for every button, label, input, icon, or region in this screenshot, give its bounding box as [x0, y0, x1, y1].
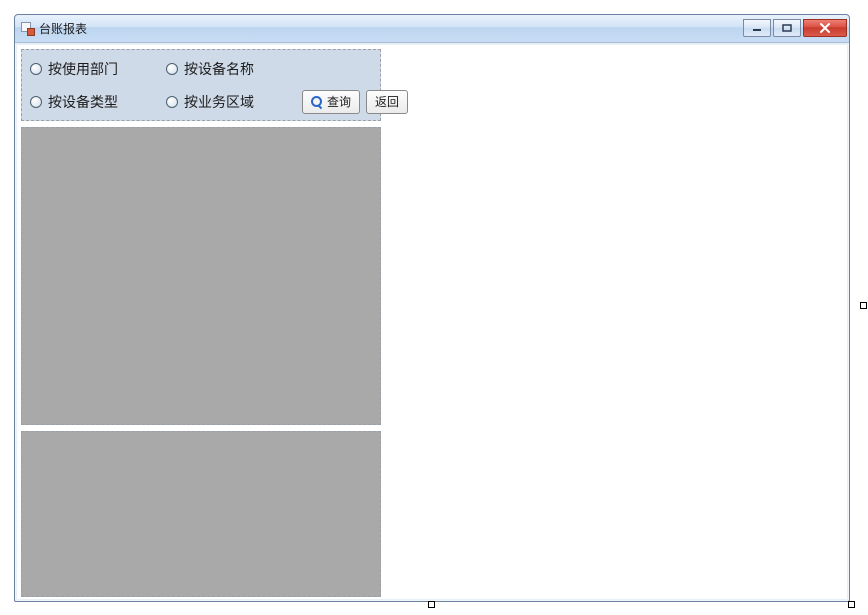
close-icon — [819, 23, 831, 33]
radio-by-department[interactable]: 按使用部门 — [30, 59, 160, 79]
design-surface: 台账报表 — [0, 0, 868, 615]
minimize-button[interactable] — [743, 19, 771, 37]
close-button[interactable] — [803, 19, 847, 37]
result-grid-1[interactable] — [21, 127, 381, 425]
window-buttons — [743, 19, 847, 37]
radio-label: 按设备名称 — [184, 59, 254, 79]
radio-by-name[interactable]: 按设备名称 — [166, 59, 296, 79]
form-window: 台账报表 — [14, 14, 850, 602]
resize-handle-right[interactable] — [860, 302, 867, 309]
window-title: 台账报表 — [39, 15, 739, 43]
search-icon — [311, 96, 323, 108]
result-grid-2[interactable] — [21, 431, 381, 597]
radio-by-type[interactable]: 按设备类型 — [30, 92, 160, 112]
radio-by-region[interactable]: 按业务区域 — [166, 92, 296, 112]
maximize-icon — [782, 24, 792, 32]
minimize-icon — [752, 24, 762, 32]
app-icon — [21, 22, 35, 36]
radio-icon — [30, 63, 42, 75]
resize-handle-bottom[interactable] — [428, 601, 435, 608]
radio-label: 按业务区域 — [184, 92, 254, 112]
resize-handle-bottom-right[interactable] — [848, 601, 855, 608]
back-button[interactable]: 返回 — [366, 90, 408, 114]
button-label: 返回 — [375, 93, 399, 110]
maximize-button[interactable] — [773, 19, 801, 37]
button-label: 查询 — [327, 93, 351, 110]
radio-icon — [30, 96, 42, 108]
title-bar[interactable]: 台账报表 — [15, 15, 849, 43]
radio-label: 按设备类型 — [48, 92, 118, 112]
form-client-area: 按使用部门 按设备名称 按设备类型 按业务区域 查询 — [17, 45, 847, 599]
radio-icon — [166, 63, 178, 75]
radio-label: 按使用部门 — [48, 59, 118, 79]
filter-panel: 按使用部门 按设备名称 按设备类型 按业务区域 查询 — [21, 49, 381, 121]
radio-icon — [166, 96, 178, 108]
query-button[interactable]: 查询 — [302, 90, 360, 114]
